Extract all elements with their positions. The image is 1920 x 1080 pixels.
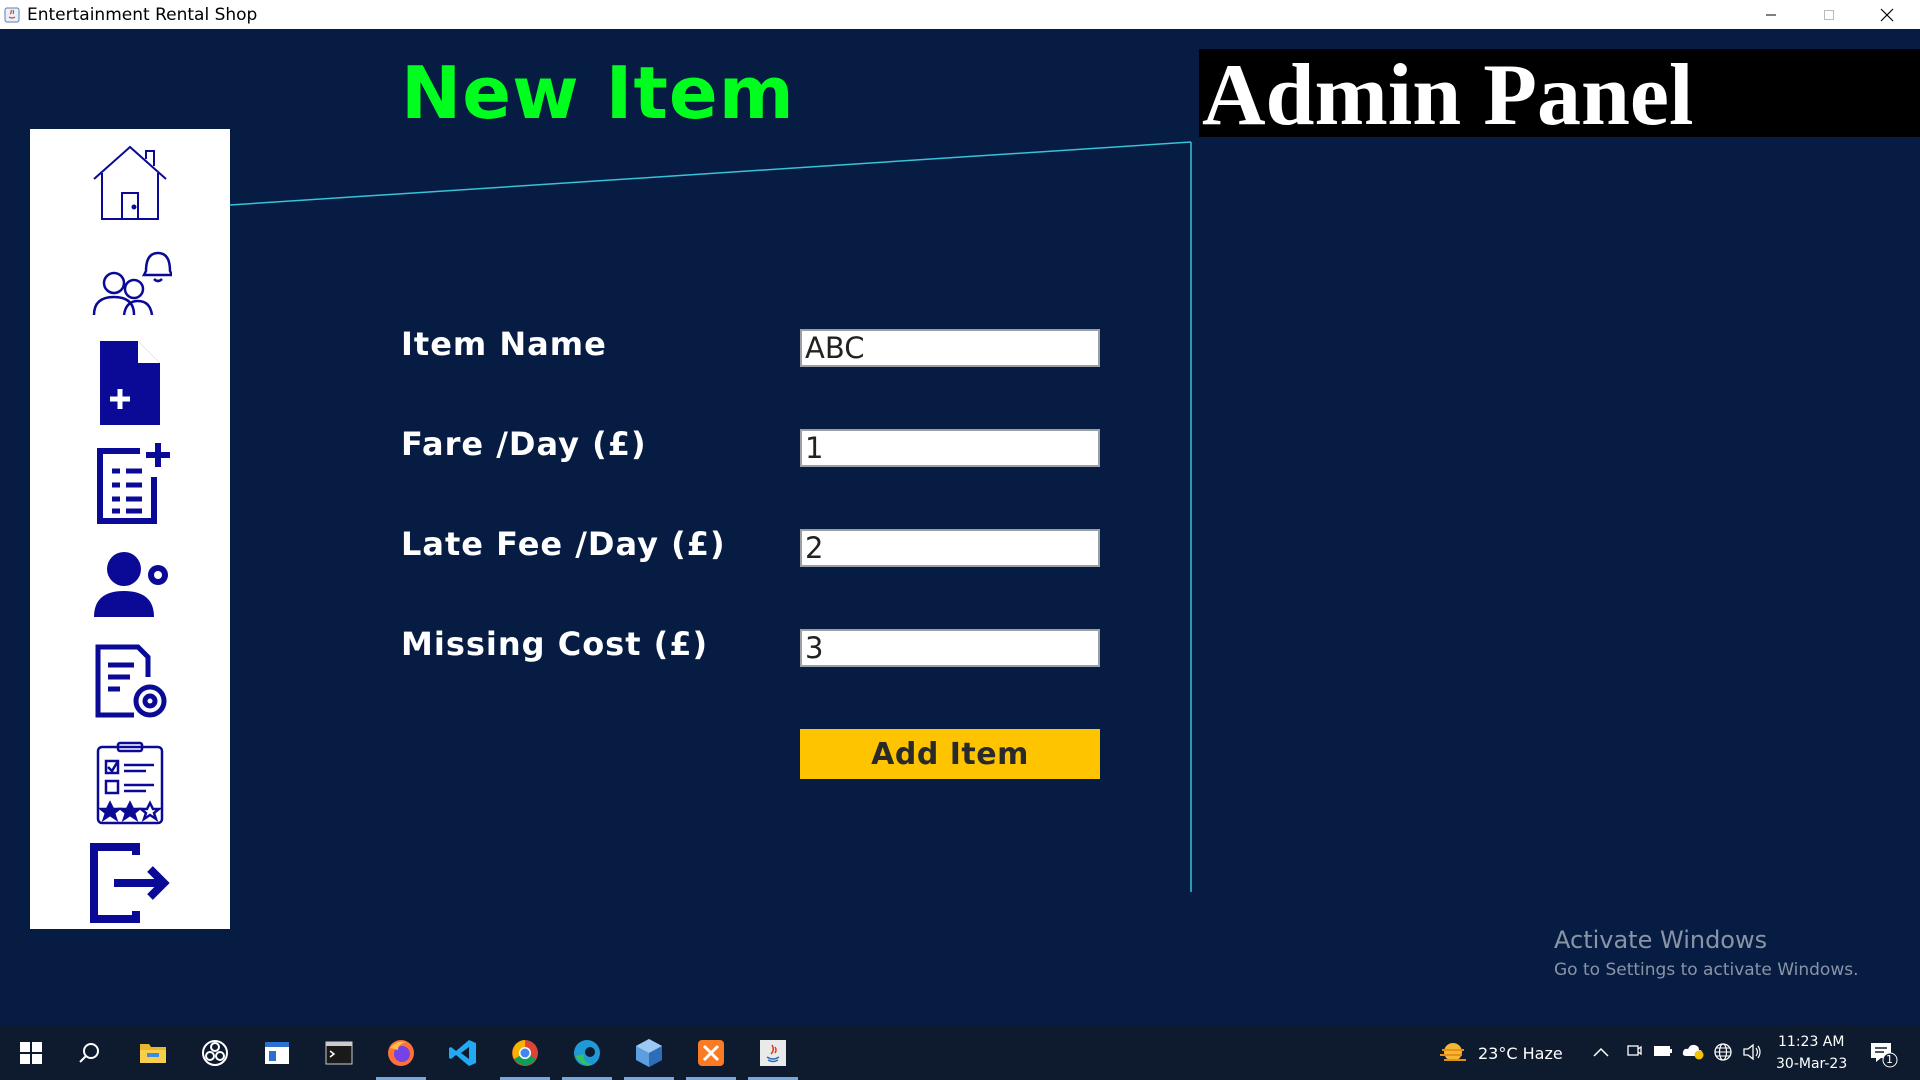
checklist-rating-icon: [96, 741, 164, 825]
chrome-icon: [512, 1040, 538, 1066]
users-notification-icon: [92, 251, 172, 316]
sidebar-item-reviews[interactable]: [88, 741, 172, 825]
home-icon: [93, 145, 167, 220]
taskbar-virtualbox[interactable]: [618, 1026, 680, 1080]
sidebar-item-home[interactable]: [88, 141, 172, 225]
edge-icon: [574, 1040, 600, 1066]
minimize-icon: [1766, 14, 1776, 15]
taskbar-chrome[interactable]: [494, 1026, 556, 1080]
network-globe-icon[interactable]: [1713, 1042, 1733, 1062]
document-settings-icon: [95, 644, 167, 718]
taskbar-app-window[interactable]: [246, 1026, 308, 1080]
new-document-icon: [100, 341, 160, 425]
restore-button[interactable]: [1800, 0, 1858, 29]
logout-icon: [90, 843, 170, 923]
window-titlebar: Entertainment Rental Shop: [0, 0, 1920, 29]
add-list-icon: [97, 443, 170, 524]
file-explorer-icon: [140, 1044, 166, 1063]
volume-icon[interactable]: [1742, 1043, 1762, 1061]
taskbar-firefox[interactable]: [370, 1026, 432, 1080]
fare-per-day-label: Fare /Day (£): [401, 425, 647, 463]
missing-cost-input[interactable]: [800, 629, 1100, 667]
meet-now-icon[interactable]: [1626, 1043, 1642, 1061]
decorative-lines: [229, 141, 1192, 892]
windows-start-icon: [20, 1042, 42, 1064]
weather-haze-icon: [1440, 1043, 1466, 1061]
clock-time[interactable]: 11:23 AM: [1778, 1034, 1844, 1050]
vscode-icon: [449, 1040, 476, 1066]
java-icon: [760, 1040, 786, 1066]
taskbar-file-explorer[interactable]: [122, 1026, 184, 1080]
taskbar-obs[interactable]: [184, 1026, 246, 1080]
taskbar-xampp[interactable]: [680, 1026, 742, 1080]
fare-per-day-input[interactable]: [800, 429, 1100, 467]
sidebar-item-user-management[interactable]: [88, 541, 172, 625]
user-settings-icon: [94, 552, 168, 617]
weather-text[interactable]: 23°C Haze: [1478, 1044, 1563, 1063]
virtualbox-icon: [636, 1039, 662, 1067]
sidebar: [30, 129, 230, 929]
close-button[interactable]: [1858, 0, 1916, 29]
notification-count: 1: [1886, 1053, 1893, 1066]
restore-icon: [1824, 9, 1834, 20]
minimize-button[interactable]: [1742, 0, 1800, 29]
onedrive-warning-icon[interactable]: [1682, 1042, 1704, 1060]
close-icon: [1880, 8, 1894, 21]
battery-icon[interactable]: [1653, 1044, 1673, 1058]
page-title: New Item: [401, 51, 795, 135]
start-button[interactable]: [0, 1026, 62, 1080]
admin-panel-banner: Admin Panel: [1199, 47, 1920, 144]
taskbar-java-app[interactable]: [742, 1026, 804, 1080]
taskbar-edge[interactable]: [556, 1026, 618, 1080]
app-area: New Item Admin Panel Item Name ABC Fare …: [0, 29, 1920, 1026]
terminal-icon: [325, 1041, 353, 1065]
firefox-icon: [388, 1040, 414, 1066]
activate-windows-watermark: Activate Windows Go to Settings to activ…: [1554, 926, 1859, 980]
obs-icon: [202, 1040, 228, 1066]
taskbar-vscode[interactable]: [432, 1026, 494, 1080]
sidebar-item-item-list[interactable]: [88, 441, 172, 525]
xampp-icon: [698, 1040, 724, 1066]
missing-cost-label: Missing Cost (£): [401, 625, 709, 663]
taskbar-terminal[interactable]: [308, 1026, 370, 1080]
window-title: Entertainment Rental Shop: [27, 5, 258, 25]
activate-subtitle: Go to Settings to activate Windows.: [1554, 960, 1859, 980]
taskbar-search[interactable]: [58, 1026, 120, 1080]
add-item-button[interactable]: Add Item: [800, 729, 1100, 779]
sidebar-item-new-item[interactable]: [88, 341, 172, 425]
late-fee-input[interactable]: [800, 529, 1100, 567]
sidebar-item-manage-items[interactable]: [88, 641, 172, 725]
app-window-icon: [265, 1042, 289, 1064]
taskbar: 23°C Haze 11:23 AM 30-Mar-23 1: [0, 1026, 1920, 1080]
item-name-input[interactable]: [800, 329, 1100, 367]
search-icon: [79, 1043, 99, 1063]
activate-title: Activate Windows: [1554, 926, 1768, 954]
sidebar-item-customers[interactable]: [88, 241, 172, 325]
late-fee-label: Late Fee /Day (£): [401, 525, 726, 563]
java-app-icon: [4, 7, 20, 23]
sidebar-item-logout[interactable]: [88, 841, 172, 925]
item-name-label: Item Name: [401, 325, 607, 363]
clock-date[interactable]: 30-Mar-23: [1776, 1056, 1847, 1072]
notifications-icon[interactable]: [1868, 1040, 1898, 1068]
admin-panel-title: Admin Panel: [1202, 47, 1694, 144]
chevron-up-icon[interactable]: [1592, 1046, 1610, 1058]
